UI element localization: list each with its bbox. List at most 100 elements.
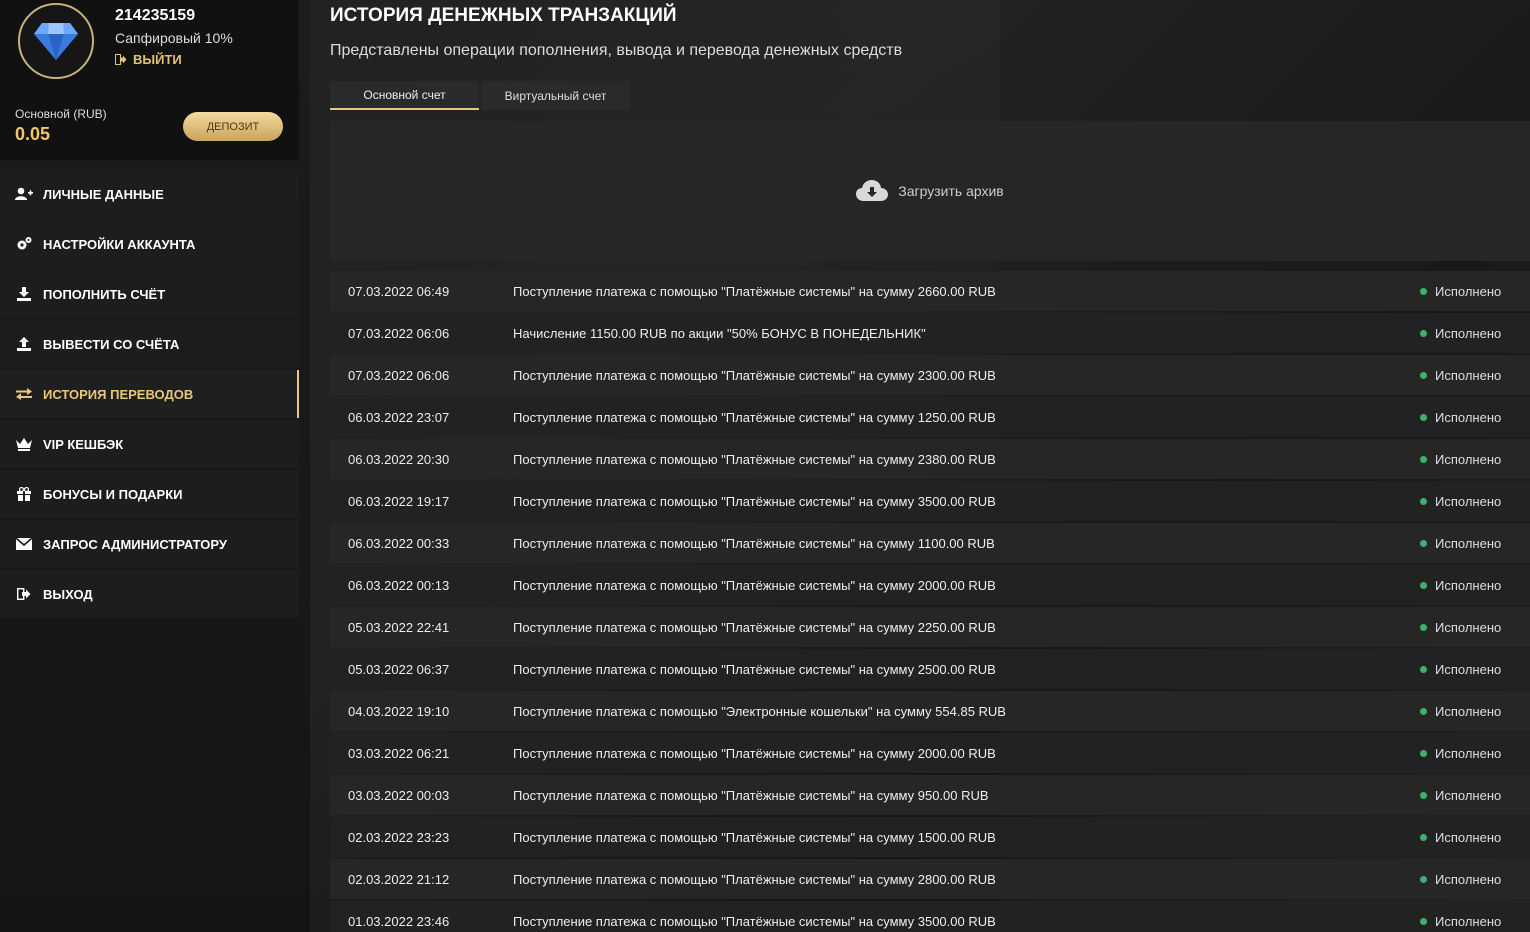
sidebar-item-label: ЛИЧНЫЕ ДАННЫЕ: [43, 186, 164, 202]
transaction-status: Исполнено: [1420, 326, 1530, 341]
status-label: Исполнено: [1435, 661, 1502, 677]
logout-link[interactable]: ВЫЙТИ: [115, 52, 182, 67]
transaction-description: Поступление платежа с помощью "Платёжные…: [513, 493, 996, 509]
table-row: 03.03.2022 06:21 Поступление платежа с по…: [330, 733, 1530, 773]
sidebar-item-transfer-history[interactable]: ИСТОРИЯ ПЕРЕВОДОВ: [0, 370, 299, 418]
transaction-description: Поступление платежа с помощью "Платёжные…: [513, 871, 996, 887]
transaction-date: 03.03.2022 06:21: [348, 745, 450, 761]
status-label: Исполнено: [1435, 787, 1502, 803]
table-row: 06.03.2022 20:30 Поступление платежа с по…: [330, 439, 1530, 479]
transaction-status: Исполнено: [1420, 578, 1530, 593]
transaction-description: Поступление платежа с помощью "Электронн…: [513, 703, 1006, 719]
sidebar-menu: ЛИЧНЫЕ ДАННЫЕ НАСТРОЙКИ АККАУНТА ПОПОЛНИ…: [0, 170, 299, 620]
sidebar: 214235159 Сапфировый 10% ВЫЙТИ Основной …: [0, 0, 310, 932]
transaction-description: Поступление платежа с помощью "Платёжные…: [513, 535, 995, 551]
status-label: Исполнено: [1435, 325, 1502, 341]
transaction-status: Исполнено: [1420, 788, 1530, 803]
transaction-date: 02.03.2022 21:12: [348, 871, 450, 887]
transaction-date: 07.03.2022 06:06: [348, 325, 450, 341]
archive-label: Загрузить архив: [898, 183, 1004, 199]
status-label: Исполнено: [1435, 871, 1502, 887]
transaction-status: Исполнено: [1420, 368, 1530, 383]
status-label: Исполнено: [1435, 283, 1502, 299]
transaction-date: 04.03.2022 19:10: [348, 703, 450, 719]
transaction-date: 06.03.2022 00:33: [348, 535, 450, 551]
transaction-date: 05.03.2022 06:37: [348, 661, 450, 677]
transaction-description: Поступление платежа с помощью "Платёжные…: [513, 745, 996, 761]
sidebar-item-deposit[interactable]: ПОПОЛНИТЬ СЧЁТ: [0, 270, 299, 318]
status-label: Исполнено: [1435, 745, 1502, 761]
balance-label: Основной (RUB): [15, 107, 107, 121]
page-title: ИСТОРИЯ ДЕНЕЖНЫХ ТРАНЗАКЦИЙ: [330, 5, 677, 26]
page-subtitle: Представлены операции пополнения, вывода…: [330, 42, 903, 59]
transactions-table: 07.03.2022 06:49 Поступление платежа с по…: [330, 271, 1530, 932]
sign-out-icon: [15, 586, 33, 602]
status-dot-icon: [1420, 917, 1427, 925]
status-dot-icon: [1420, 791, 1427, 799]
table-row: 04.03.2022 19:10 Поступление платежа с по…: [330, 691, 1530, 731]
table-row: 07.03.2022 06:06 Начисление 1150.00 RUB п…: [330, 313, 1530, 353]
table-row: 02.03.2022 21:12 Поступление платежа с по…: [330, 859, 1530, 899]
status-dot-icon: [1420, 707, 1427, 715]
sidebar-item-personal-data[interactable]: ЛИЧНЫЕ ДАННЫЕ: [0, 170, 299, 218]
transaction-description: Поступление платежа с помощью "Платёжные…: [513, 619, 996, 635]
status-dot-icon: [1420, 287, 1427, 295]
transaction-date: 06.03.2022 23:07: [348, 409, 450, 425]
table-row: 06.03.2022 23:07 Поступление платежа с по…: [330, 397, 1530, 437]
table-row: 06.03.2022 00:13 Поступление платежа с по…: [330, 565, 1530, 605]
table-row: 05.03.2022 06:37 Поступление платежа с по…: [330, 649, 1530, 689]
transaction-date: 06.03.2022 19:17: [348, 493, 450, 509]
deposit-button[interactable]: ДЕПОЗИТ: [183, 112, 283, 141]
transaction-status: Исполнено: [1420, 410, 1530, 425]
profile-panel: 214235159 Сапфировый 10% ВЫЙТИ Основной …: [0, 0, 299, 160]
sidebar-item-vip-cashback[interactable]: VIP КЕШБЭК: [0, 420, 299, 468]
table-row: 07.03.2022 06:06 Поступление платежа с по…: [330, 355, 1530, 395]
sidebar-item-bonuses[interactable]: БОНУСЫ И ПОДАРКИ: [0, 470, 299, 518]
tab-main-account[interactable]: Основной счет: [330, 81, 479, 110]
avatar[interactable]: [18, 3, 94, 79]
page: 214235159 Сапфировый 10% ВЫЙТИ Основной …: [0, 0, 1530, 932]
transaction-status: Исполнено: [1420, 872, 1530, 887]
transaction-description: Поступление платежа с помощью "Платёжные…: [513, 787, 989, 803]
status-label: Исполнено: [1435, 367, 1502, 383]
user-id: 214235159: [115, 7, 196, 24]
transaction-status: Исполнено: [1420, 830, 1530, 845]
transaction-status: Исполнено: [1420, 662, 1530, 677]
gears-icon: [15, 236, 33, 252]
tab-virtual-account[interactable]: Виртуальный счет: [481, 81, 630, 110]
user-level: Сапфировый 10%: [115, 30, 233, 46]
transaction-status: Исполнено: [1420, 914, 1530, 929]
transaction-description: Поступление платежа с помощью "Платёжные…: [513, 409, 996, 425]
status-label: Исполнено: [1435, 829, 1502, 845]
status-dot-icon: [1420, 497, 1427, 505]
transaction-status: Исполнено: [1420, 284, 1530, 299]
transaction-description: Начисление 1150.00 RUB по акции "50% БОН…: [513, 325, 926, 341]
sidebar-item-withdraw[interactable]: ВЫВЕСТИ СО СЧЁТА: [0, 320, 299, 368]
sidebar-item-account-settings[interactable]: НАСТРОЙКИ АККАУНТА: [0, 220, 299, 268]
gift-icon: [15, 486, 33, 502]
status-dot-icon: [1420, 413, 1427, 421]
status-label: Исполнено: [1435, 493, 1502, 509]
sidebar-item-admin-request[interactable]: ЗАПРОС АДМИНИСТРАТОРУ: [0, 520, 299, 568]
table-row: 02.03.2022 23:23 Поступление платежа с по…: [330, 817, 1530, 857]
sidebar-item-label: БОНУСЫ И ПОДАРКИ: [43, 486, 183, 502]
download-archive-button[interactable]: Загрузить архив: [330, 121, 1530, 261]
table-row: 05.03.2022 22:41 Поступление платежа с по…: [330, 607, 1530, 647]
table-row: 01.03.2022 23:46 Поступление платежа с по…: [330, 901, 1530, 932]
sidebar-item-exit[interactable]: ВЫХОД: [0, 570, 299, 618]
status-label: Исполнено: [1435, 619, 1502, 635]
transaction-date: 05.03.2022 22:41: [348, 619, 450, 635]
balance-value: 0.05: [15, 124, 51, 144]
transaction-date: 06.03.2022 00:13: [348, 577, 450, 593]
logout-label: ВЫЙТИ: [133, 52, 182, 67]
transaction-description: Поступление платежа с помощью "Платёжные…: [513, 913, 996, 929]
status-label: Исполнено: [1435, 409, 1502, 425]
status-dot-icon: [1420, 455, 1427, 463]
table-row: 03.03.2022 00:03 Поступление платежа с по…: [330, 775, 1530, 815]
transaction-status: Исполнено: [1420, 704, 1530, 719]
transaction-status: Исполнено: [1420, 620, 1530, 635]
transaction-date: 06.03.2022 20:30: [348, 451, 450, 467]
transaction-description: Поступление платежа с помощью "Платёжные…: [513, 661, 996, 677]
transaction-date: 01.03.2022 23:46: [348, 913, 450, 929]
transaction-date: 07.03.2022 06:49: [348, 283, 450, 299]
